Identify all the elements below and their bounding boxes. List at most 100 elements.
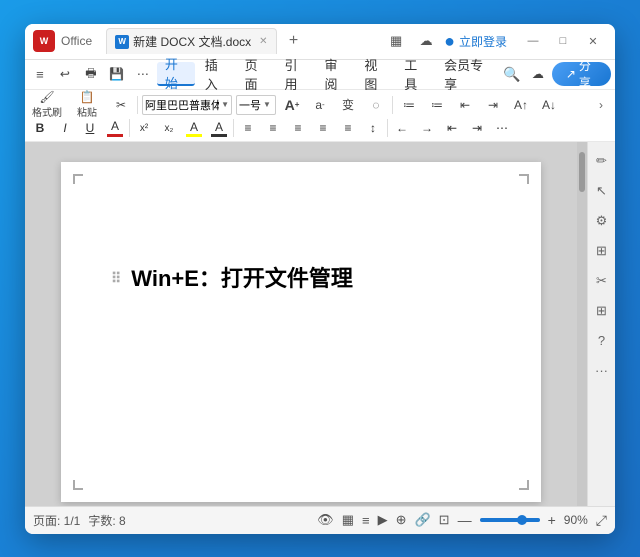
app-name: Office (61, 34, 92, 48)
font-name-select[interactable]: 阿里巴巴普惠体 ▼ (142, 95, 232, 115)
new-tab-button[interactable]: + (283, 30, 305, 52)
titlebar-cloud-icon[interactable]: ☁ (414, 29, 438, 53)
cut-button[interactable]: ✂ (109, 94, 133, 116)
scrollbar-thumb[interactable] (579, 152, 585, 192)
distributed-button[interactable]: ≡ (337, 118, 359, 138)
subscript-button[interactable]: x₂ (158, 118, 180, 138)
paste-button[interactable]: 📋 粘贴 (69, 94, 105, 116)
align-right-button[interactable]: ≡ (287, 118, 309, 138)
justify-button[interactable]: ≡ (312, 118, 334, 138)
sort-desc-button[interactable]: A↓ (537, 94, 561, 116)
zoom-plus-icon: + (548, 512, 556, 528)
security-icon: ⊡ (439, 512, 450, 528)
play-icon[interactable]: ▶ (378, 512, 388, 528)
menu-item-vip[interactable]: 会员专享 (436, 62, 496, 86)
zoom-plus-button[interactable]: + (548, 512, 556, 528)
right-tool-grid[interactable]: ⊞ (591, 300, 613, 322)
tab-close-icon[interactable]: ✕ (259, 36, 267, 47)
search-icon[interactable]: 🔍 (500, 63, 524, 85)
font-size-value: 一号 (239, 97, 261, 113)
maximize-button[interactable]: □ (549, 30, 577, 52)
format-brush-button[interactable]: 🖌 格式刷 (29, 94, 65, 116)
vertical-scrollbar[interactable] (577, 142, 587, 506)
menu-more-icon[interactable]: ⋯ (131, 63, 155, 85)
toolbar-divider-3 (129, 119, 130, 137)
indent2-button[interactable]: ⇥ (466, 118, 488, 138)
zoom-slider-thumb[interactable] (517, 515, 527, 525)
underline-button[interactable]: U (79, 118, 101, 138)
menu-item-references[interactable]: 引用 (277, 62, 315, 86)
fullscreen-button[interactable]: ⤢ (596, 512, 607, 529)
font-color-button[interactable]: A (104, 118, 126, 138)
hamburger-menu-icon[interactable]: ≡ (29, 62, 51, 86)
document-tab[interactable]: W 新建 DOCX 文档.docx ✕ (106, 28, 276, 54)
font-size-select[interactable]: 一号 ▼ (236, 95, 276, 115)
indent-decrease-button[interactable]: ⇤ (453, 94, 477, 116)
list-view-icon[interactable]: ≡ (362, 513, 370, 528)
right-tool-pen[interactable]: ✏ (591, 150, 613, 172)
document-text[interactable]: Win+E：打开文件管理 (131, 262, 353, 295)
bold-button[interactable]: B (29, 118, 51, 138)
font-grow-button[interactable]: A+ (280, 94, 304, 116)
print-icon[interactable]: 🖶 (79, 63, 103, 85)
doc-content[interactable]: ⠿ Win+E：打开文件管理 (111, 262, 491, 295)
menu-item-tools[interactable]: 工具 (396, 62, 434, 86)
view-icon[interactable]: 👁 (317, 512, 334, 528)
hyperlink-icon: 🔗 (414, 512, 430, 528)
right-tool-cursor[interactable]: ↖ (591, 180, 613, 202)
share-button[interactable]: ↗ 分享 (552, 62, 611, 86)
font-shrink-button[interactable]: a- (308, 94, 332, 116)
bullet-list-button[interactable]: ≔ (397, 94, 421, 116)
superscript-button[interactable]: x² (133, 118, 155, 138)
tab-doc-icon: W (115, 35, 129, 49)
outdent-button[interactable]: ⇤ (441, 118, 463, 138)
menu-item-view[interactable]: 视图 (356, 62, 394, 86)
style-button[interactable]: 变 (336, 94, 360, 116)
cloud-sync-icon[interactable]: ☁ (526, 63, 550, 85)
zoom-minus-button[interactable]: — (458, 512, 472, 528)
doc-scroll-area[interactable]: ⠿ Win+E：打开文件管理 (25, 142, 577, 506)
right-tool-settings1[interactable]: ⚙ (591, 210, 613, 232)
page-info-text: 页面: 1/1 (33, 512, 80, 529)
close-button[interactable]: ✕ (579, 30, 607, 52)
menu-item-insert[interactable]: 插入 (197, 62, 235, 86)
menu-item-start[interactable]: 开始 (157, 62, 195, 86)
titlebar-grid-icon[interactable]: ▦ (384, 29, 408, 53)
indent-left-button[interactable]: ← (391, 118, 413, 138)
toolbar: 🖌 格式刷 📋 粘贴 ✂ 阿里巴巴普惠体 ▼ 一号 ▼ A+ a- 变 ◌ ≔ (25, 90, 615, 142)
login-button[interactable]: ● 立即登录 (444, 31, 507, 52)
text-shading-indicator (211, 134, 227, 137)
undo-icon[interactable]: ↩ (53, 63, 77, 85)
align-center-button[interactable]: ≡ (262, 118, 284, 138)
zoom-percent-text: 90% (564, 513, 588, 527)
indent-right-button[interactable]: → (416, 118, 438, 138)
clear-format-button[interactable]: ◌ (364, 94, 388, 116)
font-name-value: 阿里巴巴普惠体 (145, 97, 219, 113)
right-tool-scissors[interactable]: ✂ (591, 270, 613, 292)
numbered-list-button[interactable]: ≔ (425, 94, 449, 116)
globe-icon[interactable]: ⊕ (396, 512, 407, 528)
toolbar-divider-2 (392, 96, 393, 114)
toolbar-row2-more[interactable]: ⋯ (491, 118, 513, 138)
italic-button[interactable]: I (54, 118, 76, 138)
line-spacing-button[interactable]: ↕ (362, 118, 384, 138)
minimize-button[interactable]: — (519, 30, 547, 52)
grid-view-icon[interactable]: ▦ (342, 512, 354, 528)
document-page[interactable]: ⠿ Win+E：打开文件管理 (61, 162, 541, 502)
indent-increase-button[interactable]: ⇥ (481, 94, 505, 116)
text-shading-button[interactable]: A (208, 118, 230, 138)
link-icon[interactable]: 🔗 (414, 512, 430, 528)
shield-icon[interactable]: ⊡ (439, 512, 450, 528)
right-tool-settings2[interactable]: ⊞ (591, 240, 613, 262)
zoom-slider[interactable] (480, 518, 540, 522)
right-tool-more[interactable]: ··· (591, 360, 613, 382)
menu-item-review[interactable]: 审阅 (316, 62, 354, 86)
align-left-button[interactable]: ≡ (237, 118, 259, 138)
highlight-button[interactable]: A (183, 118, 205, 138)
save-icon[interactable]: 💾 (105, 63, 129, 85)
right-tool-help[interactable]: ? (591, 330, 613, 352)
menu-item-page[interactable]: 页面 (237, 62, 275, 86)
corner-bl (73, 480, 83, 490)
sort-asc-button[interactable]: A↑ (509, 94, 533, 116)
toolbar-expand-button[interactable]: › (591, 95, 611, 115)
